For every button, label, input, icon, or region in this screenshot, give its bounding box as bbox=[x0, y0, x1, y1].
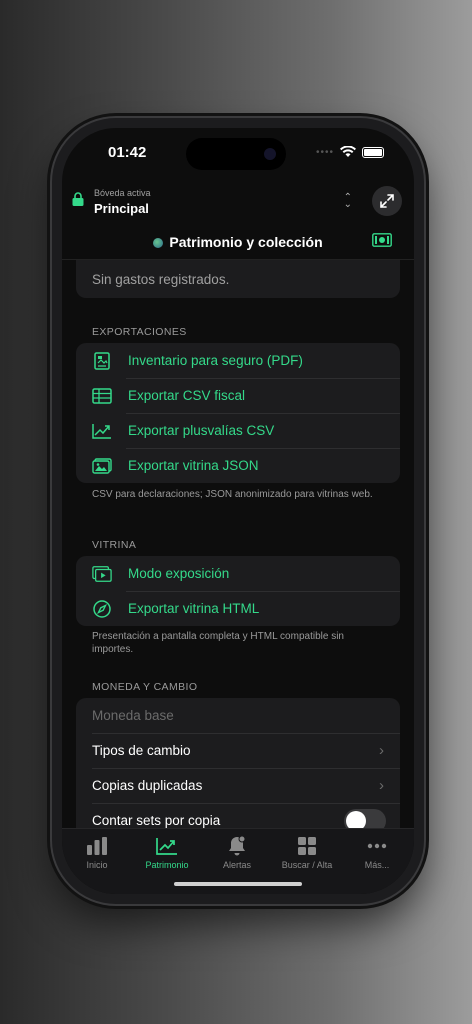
home-indicator[interactable] bbox=[174, 882, 302, 886]
bar-chart-icon bbox=[62, 835, 132, 857]
ellipsis-icon bbox=[342, 835, 412, 857]
wifi-icon bbox=[340, 146, 356, 157]
tab-alertas[interactable]: Alertas bbox=[202, 835, 272, 870]
exports-footnote: CSV para declaraciones; JSON anonimizado… bbox=[92, 489, 373, 500]
expenses-empty: Sin gastos registrados. bbox=[92, 271, 230, 287]
status-bar: 01:42 •••• bbox=[62, 128, 414, 182]
export-insurance-pdf[interactable]: Inventario para seguro (PDF) bbox=[76, 343, 400, 378]
expand-icon bbox=[380, 194, 394, 208]
battery-icon bbox=[362, 146, 384, 158]
base-currency-field[interactable]: Moneda base bbox=[76, 698, 400, 733]
app-screen: 01:42 •••• Bóveda activa Principal ⌃ ⌄ Pa… bbox=[62, 128, 414, 894]
trend-chart-icon bbox=[132, 835, 202, 857]
export-showcase-json[interactable]: Exportar vitrina JSON bbox=[76, 448, 400, 483]
vault-selector[interactable]: Bóveda activa Principal ⌃ ⌄ bbox=[72, 184, 402, 220]
currency-group: Moneda base Tipos de cambio › Copias dup… bbox=[76, 698, 400, 828]
tab-buscar-alta[interactable]: Buscar / Alta bbox=[272, 835, 342, 870]
tab-patrimonio[interactable]: Patrimonio bbox=[132, 835, 202, 870]
chevron-updown-icon[interactable]: ⌃ ⌄ bbox=[344, 193, 352, 210]
export-gains-csv[interactable]: Exportar plusvalías CSV bbox=[76, 413, 400, 448]
volume-up-button bbox=[47, 325, 51, 380]
photos-icon bbox=[92, 456, 112, 476]
chart-icon bbox=[92, 421, 112, 441]
tab-mas[interactable]: Más... bbox=[342, 835, 412, 870]
vault-name: Principal bbox=[94, 201, 149, 216]
currency-header: MONEDA Y CAMBIO bbox=[92, 681, 198, 693]
chevron-right-icon: › bbox=[379, 742, 384, 759]
exports-header: EXPORTACIONES bbox=[92, 326, 187, 338]
export-csv-fiscal[interactable]: Exportar CSV fiscal bbox=[76, 378, 400, 413]
expenses-group: Sin gastos registrados. bbox=[76, 260, 400, 298]
showcase-group: Modo exposición Exportar vitrina HTML bbox=[76, 556, 400, 626]
expand-button[interactable] bbox=[372, 186, 402, 216]
exchange-rates-row[interactable]: Tipos de cambio › bbox=[76, 733, 400, 768]
grid-icon bbox=[272, 835, 342, 857]
bell-icon bbox=[202, 835, 272, 857]
status-time: 01:42 bbox=[108, 144, 147, 161]
globe-icon bbox=[153, 238, 164, 248]
chevron-right-icon: › bbox=[379, 777, 384, 794]
tab-inicio[interactable]: Inicio bbox=[62, 835, 132, 870]
table-icon bbox=[92, 386, 112, 406]
count-sets-toggle[interactable] bbox=[344, 809, 386, 828]
action-button bbox=[47, 268, 51, 298]
page-title: Patrimonio y colección bbox=[62, 234, 414, 250]
lock-icon bbox=[72, 192, 84, 206]
showcase-footnote: Presentación a pantalla completa y HTML … bbox=[92, 631, 344, 655]
signal-icon: •••• bbox=[315, 146, 334, 158]
export-showcase-html[interactable]: Exportar vitrina HTML bbox=[76, 591, 400, 626]
document-icon bbox=[92, 351, 112, 371]
dynamic-island bbox=[186, 138, 286, 170]
navigation-bar: Patrimonio y colección bbox=[62, 228, 414, 258]
volume-down-button bbox=[47, 392, 51, 447]
money-icon[interactable] bbox=[372, 233, 392, 247]
exports-group: Inventario para seguro (PDF) Exportar CS… bbox=[76, 343, 400, 483]
exhibition-mode[interactable]: Modo exposición bbox=[76, 556, 400, 591]
scroll-content[interactable]: Sin gastos registrados. EXPORTACIONES In… bbox=[62, 260, 414, 828]
showcase-header: VITRINA bbox=[92, 539, 137, 551]
vault-label: Bóveda activa bbox=[94, 188, 151, 198]
duplicate-copies-row[interactable]: Copias duplicadas › bbox=[76, 768, 400, 803]
play-icon bbox=[92, 564, 112, 584]
compass-icon bbox=[92, 599, 112, 619]
tab-bar: Inicio Patrimonio Alertas Buscar / Alta … bbox=[62, 828, 414, 894]
count-sets-row: Contar sets por copia bbox=[76, 803, 400, 828]
